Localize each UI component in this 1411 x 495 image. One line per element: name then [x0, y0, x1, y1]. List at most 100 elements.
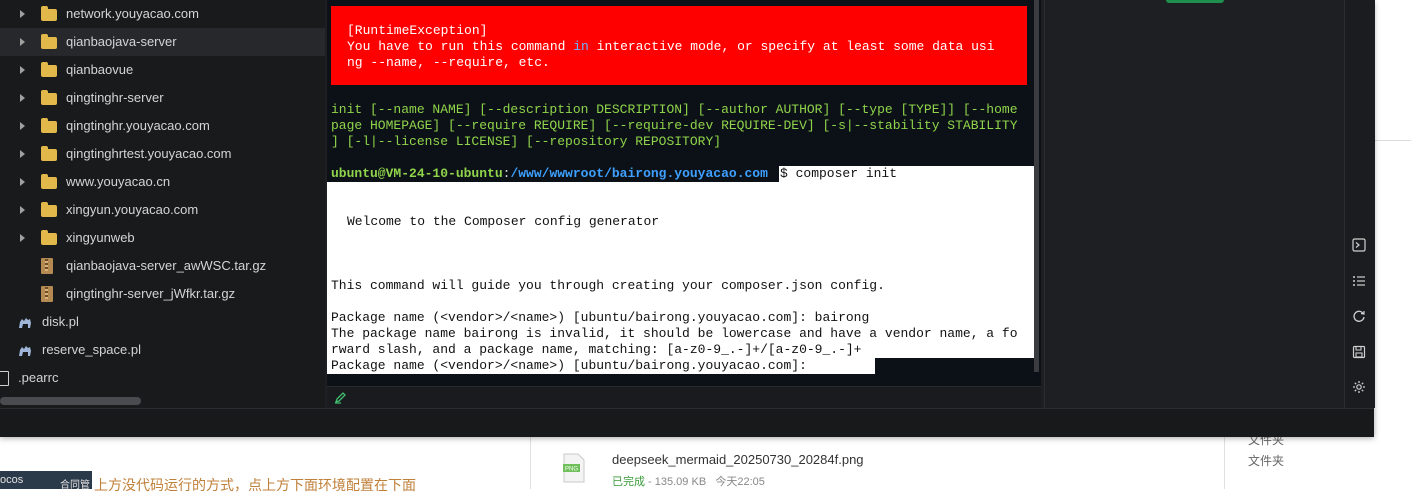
- chevron-right-icon[interactable]: [20, 10, 25, 18]
- chevron-right-icon[interactable]: [20, 94, 25, 102]
- status-bar: [0, 408, 1374, 437]
- download-file-name[interactable]: deepseek_mermaid_20250730_20284f.png: [612, 452, 864, 467]
- tree-item-folder[interactable]: xingyun.youyacao.com: [0, 196, 325, 224]
- error-line-rest: interactive mode, or specify at least so…: [588, 39, 995, 54]
- png-label: PNG: [565, 467, 578, 473]
- prompt-path: /www/wwwroot/bairong.youyacao.com: [510, 166, 768, 181]
- thumbnail-image: ocos 合同管: [0, 471, 92, 491]
- gear-icon[interactable]: [1352, 380, 1366, 394]
- chevron-right-icon[interactable]: [20, 38, 25, 46]
- chevron-right-icon[interactable]: [20, 234, 25, 242]
- png-file-icon: PNG: [563, 453, 585, 483]
- tree-item-label: network.youyacao.com: [66, 6, 199, 21]
- background-page-text: 上方没代码运行的方式，点上方下面环境配置在下面: [94, 477, 416, 493]
- package-prompt: Package name (<vendor>/<name>) [ubuntu/b…: [331, 310, 870, 325]
- ide-window: network.youyacao.com qianbaojava-server …: [0, 0, 1375, 437]
- tree-item-folder[interactable]: xingyunweb: [0, 224, 325, 252]
- download-time: 今天22:05: [715, 476, 765, 488]
- sidebar-scrollbar[interactable]: [0, 397, 141, 405]
- usage-text: init [--name NAME] [--description DESCRI…: [331, 102, 1018, 150]
- error-line: You have to run this command: [347, 39, 574, 54]
- tree-item-folder[interactable]: qingtinghrtest.youyacao.com: [0, 140, 325, 168]
- tree-item-file[interactable]: qingtinghr-server_jWfkr.tar.gz: [0, 280, 325, 308]
- folder-link-2[interactable]: 文件夹: [1248, 452, 1284, 469]
- tree-item-label: .pearrc: [18, 370, 59, 385]
- error-title: [RuntimeException]: [347, 23, 488, 38]
- chevron-right-icon[interactable]: [20, 150, 25, 158]
- folder-icon: [41, 34, 57, 49]
- tree-item-file[interactable]: disk.pl: [0, 308, 325, 336]
- tree-item-label: xingyun.youyacao.com: [66, 202, 199, 217]
- tree-item-file[interactable]: reserve_space.pl: [0, 336, 325, 364]
- tree-item-file[interactable]: .pearrc: [0, 364, 325, 392]
- save-icon[interactable]: [1352, 345, 1366, 359]
- tree-item-label: www.youyacao.cn: [66, 174, 171, 189]
- chevron-right-icon[interactable]: [20, 66, 25, 74]
- tree-item-label: qingtinghr-server: [66, 90, 164, 105]
- refresh-icon[interactable]: [1352, 309, 1366, 323]
- list-icon[interactable]: [1352, 274, 1366, 288]
- terminal-scrollbar[interactable]: [1034, 0, 1039, 372]
- terminal-background: [875, 358, 1035, 374]
- folder-icon: [41, 230, 57, 245]
- folder-icon: [41, 174, 57, 189]
- folder-icon: [41, 202, 57, 217]
- download-status: 已完成 - 135.09 KB 今天22:05: [612, 473, 765, 489]
- archive-icon: [41, 286, 53, 302]
- thumbnail-text: ocos: [0, 474, 24, 486]
- error-highlight: in: [573, 39, 589, 54]
- folder-icon: [41, 118, 57, 133]
- folder-icon: [41, 6, 57, 21]
- file-icon: [0, 371, 9, 386]
- pen-icon[interactable]: [334, 390, 348, 404]
- tree-item-folder[interactable]: www.youyacao.cn: [0, 168, 325, 196]
- folder-icon: [41, 146, 57, 161]
- right-panel: [1044, 0, 1345, 408]
- tree-item-label: qingtinghr-server_jWfkr.tar.gz: [66, 286, 236, 301]
- error-box: [RuntimeException] You have to run this …: [331, 6, 1027, 85]
- download-status-done: 已完成: [612, 476, 645, 488]
- tree-item-folder[interactable]: qianbaovue: [0, 56, 325, 84]
- tree-item-label: xingyunweb: [66, 230, 135, 245]
- package-prompt-2: Package name (<vendor>/<name>) [ubuntu/b…: [331, 358, 807, 373]
- green-button[interactable]: [1166, 0, 1224, 3]
- invalid-message: The package name bairong is invalid, it …: [331, 326, 1018, 358]
- folder-icon: [41, 90, 57, 105]
- guide-text: This command will guide you through crea…: [331, 278, 885, 293]
- error-message: [RuntimeException] You have to run this …: [347, 23, 995, 71]
- terminal-icon[interactable]: [1352, 238, 1366, 252]
- tree-item-label: qingtinghr.youyacao.com: [66, 118, 210, 133]
- shell-prompt: ubuntu@VM-24-10-ubuntu:/www/wwwroot/bair…: [331, 166, 768, 182]
- usage-line: page HOMEPAGE] [--require REQUIRE] [--re…: [331, 118, 1018, 133]
- usage-line: init [--name NAME] [--description DESCRI…: [331, 102, 1018, 117]
- tree-item-folder[interactable]: qingtinghr.youyacao.com: [0, 112, 325, 140]
- tree-item-label: qingtinghrtest.youyacao.com: [66, 146, 232, 161]
- background-panel: [1373, 0, 1411, 141]
- tree-item-label: qianbaojava-server_awWSC.tar.gz: [66, 258, 267, 273]
- tree-item-folder[interactable]: network.youyacao.com: [0, 0, 325, 28]
- tree-item-label: qianbaovue: [66, 62, 134, 77]
- divider: [1224, 430, 1225, 489]
- chevron-right-icon[interactable]: [20, 206, 25, 214]
- invalid-line: The package name bairong is invalid, it …: [331, 326, 1018, 341]
- terminal[interactable]: [RuntimeException] You have to run this …: [327, 0, 1041, 386]
- tree-item-folder[interactable]: qingtinghr-server: [0, 84, 325, 112]
- archive-icon: [41, 258, 53, 274]
- folder-icon: [41, 62, 57, 77]
- perl-camel-icon: [19, 318, 31, 328]
- tree-item-label: reserve_space.pl: [42, 342, 141, 357]
- download-size: - 135.09 KB: [645, 476, 707, 488]
- prompt-user: ubuntu@VM-24-10-ubuntu: [331, 166, 503, 181]
- invalid-line: rward slash, and a package name, matchin…: [331, 342, 862, 357]
- usage-line: ] [-l|--license LICENSE] [--repository R…: [331, 134, 722, 149]
- tree-item-label: qianbaojava-server: [66, 34, 177, 49]
- tree-item-file[interactable]: qianbaojava-server_awWSC.tar.gz: [0, 252, 325, 280]
- error-line-2: ng --name, --require, etc.: [347, 55, 550, 70]
- tree-item-label: disk.pl: [42, 314, 79, 329]
- perl-camel-icon: [19, 346, 31, 356]
- tree-item-folder-selected[interactable]: qianbaojava-server: [0, 28, 325, 56]
- chevron-right-icon[interactable]: [20, 178, 25, 186]
- chevron-right-icon[interactable]: [20, 122, 25, 130]
- command-text: $ composer init: [780, 166, 898, 181]
- terminal-toolbar: [327, 386, 1041, 409]
